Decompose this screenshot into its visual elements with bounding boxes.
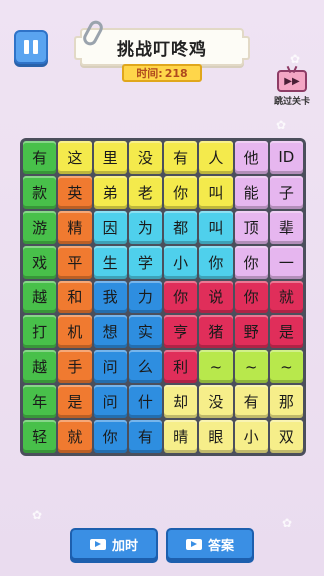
word-tile[interactable]: 他: [234, 141, 268, 174]
word-tile[interactable]: 是: [269, 315, 303, 349]
word-tile[interactable]: 顶: [234, 210, 268, 244]
add-time-label: 加时: [111, 538, 138, 554]
word-tile[interactable]: 晴: [164, 420, 198, 453]
word-tile[interactable]: 你: [234, 245, 268, 279]
skip-level-button[interactable]: ▶▶ 跳过关卡: [270, 70, 314, 110]
word-tile[interactable]: 人: [199, 141, 233, 174]
timer-label: 时间:: [136, 67, 163, 80]
word-tile[interactable]: 都: [164, 210, 198, 244]
word-tile[interactable]: 打: [23, 315, 57, 349]
answer-button[interactable]: 答案: [166, 528, 254, 560]
pause-button[interactable]: [14, 30, 48, 64]
word-tile[interactable]: 有: [23, 141, 57, 174]
word-tile[interactable]: 问: [93, 350, 127, 384]
word-tile[interactable]: 能: [234, 175, 268, 209]
word-tile[interactable]: ~: [199, 350, 233, 384]
word-grid: 有这里没有人他 ID 款英弟老你叫能子游精因为都叫顶辈戏平生学小你你一越和我力你说你…: [20, 138, 306, 456]
sparkle-icon: ✿: [276, 118, 287, 132]
word-tile[interactable]: 款: [23, 175, 57, 209]
word-tile[interactable]: 平: [58, 245, 92, 279]
sparkle-icon: ✿: [32, 508, 43, 522]
word-tile[interactable]: 问: [93, 385, 127, 419]
video-icon: [89, 538, 106, 550]
word-tile[interactable]: 我: [93, 280, 127, 314]
word-tile[interactable]: 实: [128, 315, 162, 349]
add-time-button[interactable]: 加时: [70, 528, 158, 560]
word-tile[interactable]: 生: [93, 245, 127, 279]
word-tile[interactable]: 你: [234, 280, 268, 314]
word-tile[interactable]: ~: [234, 350, 268, 384]
word-tile[interactable]: 力: [128, 280, 162, 314]
word-tile[interactable]: 手: [58, 350, 92, 384]
word-tile[interactable]: 说: [199, 280, 233, 314]
sparkle-icon: ✿: [290, 52, 301, 66]
word-tile[interactable]: 你: [164, 175, 198, 209]
word-tile[interactable]: ~: [269, 350, 303, 384]
word-tile[interactable]: 你: [199, 245, 233, 279]
word-tile[interactable]: 年: [23, 385, 57, 419]
word-tile[interactable]: 因: [93, 210, 127, 244]
word-tile[interactable]: 这: [58, 141, 92, 174]
level-title-card: 挑战叮咚鸡: [74, 28, 250, 66]
word-tile[interactable]: 辈: [269, 210, 303, 244]
word-tile[interactable]: 越: [23, 280, 57, 314]
word-tile[interactable]: 游: [23, 210, 57, 244]
word-tile[interactable]: 为: [128, 210, 162, 244]
word-tile[interactable]: 子: [269, 175, 303, 209]
level-title: 挑战叮咚鸡: [117, 39, 207, 60]
pause-icon: [24, 40, 29, 54]
word-tile[interactable]: 和: [58, 280, 92, 314]
word-tile[interactable]: 叫: [199, 210, 233, 244]
word-tile[interactable]: 越: [23, 350, 57, 384]
word-tile[interactable]: 么: [128, 350, 162, 384]
word-tile[interactable]: 英: [58, 175, 92, 209]
word-tile[interactable]: ID: [269, 141, 303, 174]
word-tile[interactable]: 亨: [164, 315, 198, 349]
tv-fast-forward-icon: ▶▶: [277, 70, 307, 92]
word-tile[interactable]: 弟: [93, 175, 127, 209]
word-tile[interactable]: 却: [164, 385, 198, 419]
word-tile[interactable]: 有: [234, 385, 268, 419]
video-icon: [185, 538, 202, 550]
word-tile[interactable]: 你: [164, 280, 198, 314]
word-tile[interactable]: 什: [128, 385, 162, 419]
word-tile[interactable]: 学: [128, 245, 162, 279]
word-tile[interactable]: 那: [269, 385, 303, 419]
word-tile[interactable]: 戏: [23, 245, 57, 279]
word-tile[interactable]: 机: [58, 315, 92, 349]
word-tile[interactable]: 野: [234, 315, 268, 349]
word-tile[interactable]: 利: [164, 350, 198, 384]
word-tile[interactable]: 眼: [199, 420, 233, 453]
sparkle-icon: ✿: [282, 516, 293, 530]
word-tile[interactable]: 猪: [199, 315, 233, 349]
answer-label: 答案: [207, 538, 234, 554]
timer-value: 218: [164, 66, 188, 80]
word-tile[interactable]: 是: [58, 385, 92, 419]
word-tile[interactable]: 老: [128, 175, 162, 209]
word-tile[interactable]: 就: [269, 280, 303, 314]
word-tile[interactable]: 小: [164, 245, 198, 279]
word-tile[interactable]: 没: [199, 385, 233, 419]
word-tile[interactable]: 一: [269, 245, 303, 279]
word-tile[interactable]: 轻: [23, 420, 57, 453]
word-tile[interactable]: 双: [269, 420, 303, 453]
word-tile[interactable]: 你: [93, 420, 127, 453]
word-tile[interactable]: 里: [93, 141, 127, 174]
timer-badge: 时间: 218: [122, 64, 202, 82]
skip-level-label: 跳过关卡: [273, 97, 310, 107]
word-tile[interactable]: 小: [234, 420, 268, 453]
word-tile[interactable]: 有: [128, 420, 162, 453]
word-tile[interactable]: 精: [58, 210, 92, 244]
word-tile[interactable]: 想: [93, 315, 127, 349]
word-tile[interactable]: 没: [128, 141, 162, 174]
word-tile[interactable]: 叫: [199, 175, 233, 209]
word-tile[interactable]: 就: [58, 420, 92, 453]
word-tile[interactable]: 有: [164, 141, 198, 174]
